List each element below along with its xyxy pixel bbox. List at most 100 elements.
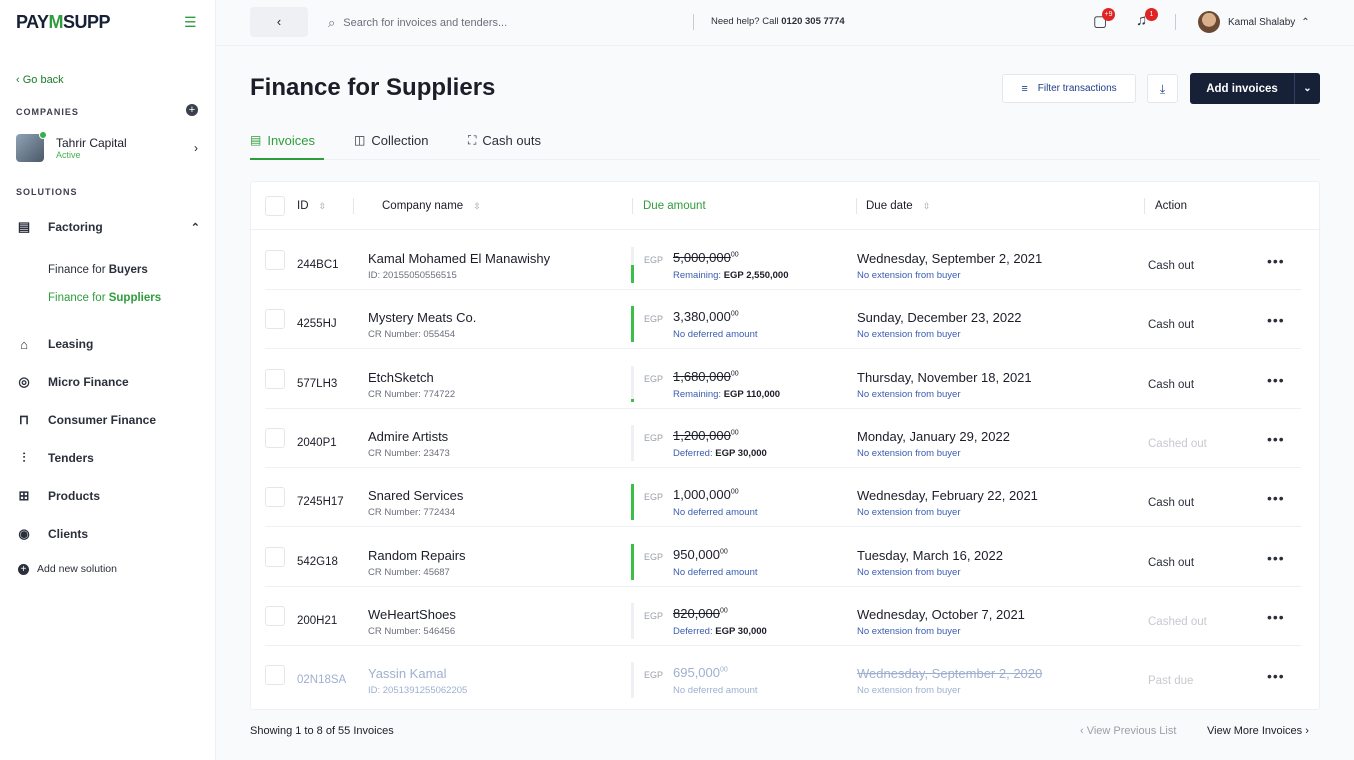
row-action[interactable]: Cash out xyxy=(1148,319,1194,331)
row-checkbox[interactable] xyxy=(265,368,285,389)
row-checkbox[interactable] xyxy=(265,427,285,448)
row-checkbox[interactable] xyxy=(265,546,285,567)
header-company-name[interactable]: Company name ⇳ xyxy=(382,200,481,212)
row-action[interactable]: Cash out xyxy=(1148,260,1194,272)
view-more-invoices-link[interactable]: View More Invoices › xyxy=(1207,725,1309,737)
paysupp-logo[interactable]: PAYMSUPP xyxy=(16,12,111,33)
invoice-id: 4255HJ xyxy=(297,318,337,331)
view-previous-list-link[interactable]: ‹ View Previous List xyxy=(1080,725,1176,737)
nav-finance-suppliers[interactable]: Finance for Suppliers xyxy=(48,292,161,304)
row-checkbox[interactable] xyxy=(265,309,285,330)
row-action[interactable]: Cash out xyxy=(1148,497,1194,509)
company-id: ID: 2051391255062205 xyxy=(368,685,468,697)
extension-status: No extension from buyer xyxy=(857,270,961,281)
add-invoices-button[interactable]: Add invoices ⌄ xyxy=(1190,73,1320,104)
add-company-icon[interactable]: + xyxy=(186,104,198,116)
table-row[interactable]: 4255HJ Mystery Meats Co. CR Number: 055454… xyxy=(251,290,1321,350)
add-invoices-dropdown[interactable]: ⌄ xyxy=(1295,83,1320,94)
header-due-amount[interactable]: Due amount xyxy=(643,200,706,212)
back-button[interactable]: ‹ xyxy=(250,7,308,37)
tab-invoices[interactable]: ▤ Invoices xyxy=(250,133,324,160)
tab-cash-outs[interactable]: ⛶ Cash outs xyxy=(468,133,541,160)
extension-status: No extension from buyer xyxy=(857,447,961,459)
amount-detail: Remaining: EGP 110,000 xyxy=(673,388,781,400)
collapse-sidebar-icon[interactable]: ☰ xyxy=(184,14,197,31)
company-id: CR Number: 546456 xyxy=(368,625,456,637)
payment-progress-bar xyxy=(631,543,634,580)
nav-factoring[interactable]: ▤ Factoring ⌃ xyxy=(16,215,206,239)
row-checkbox[interactable] xyxy=(265,487,285,508)
due-date: Wednesday, October 7, 2021 xyxy=(857,606,1025,622)
search-placeholder[interactable]: Search for invoices and tenders... xyxy=(343,17,507,29)
filter-transactions-button[interactable]: ≡ Filter transactions xyxy=(1002,74,1136,103)
table-row[interactable]: 542G18 Random Repairs CR Number: 45687 EGP 9… xyxy=(251,528,1321,587)
nav-consumer-finance[interactable]: ⊓ Consumer Finance xyxy=(16,408,206,432)
box-icon: ⊞ xyxy=(18,488,30,503)
more-options-icon[interactable]: ••• xyxy=(1267,668,1285,684)
nav-factoring-label: Factoring xyxy=(48,220,103,234)
nav-clients[interactable]: ◉ Clients xyxy=(16,522,206,546)
table-row[interactable]: 244BC1 Kamal Mohamed El Manawishy ID: 2015… xyxy=(251,231,1321,290)
row-action[interactable]: Cash out xyxy=(1148,557,1194,569)
row-action: Cashed out xyxy=(1148,615,1207,628)
more-options-icon[interactable]: ••• xyxy=(1267,312,1285,328)
chat-button[interactable]: ▢ +9 xyxy=(1093,8,1115,30)
row-checkbox[interactable] xyxy=(265,250,285,270)
extension-status: No extension from buyer xyxy=(857,625,961,637)
due-amount: 1,200,00000 xyxy=(673,427,739,443)
table-row[interactable]: 2040P1 Admire Artists CR Number: 23473 EGP 1… xyxy=(251,409,1321,468)
collection-icon: ◫ xyxy=(354,133,366,147)
user-menu[interactable]: Kamal Shalaby ⌃ xyxy=(1198,11,1310,33)
more-options-icon[interactable]: ••• xyxy=(1267,431,1285,447)
row-checkbox[interactable] xyxy=(265,605,285,626)
nav-micro-finance[interactable]: ◎ Micro Finance xyxy=(16,370,206,394)
table-row[interactable]: 577LH3 EtchSketch CR Number: 774722 EGP 1,68… xyxy=(251,350,1321,409)
row-checkbox[interactable] xyxy=(265,665,285,686)
due-date: Sunday, December 23, 2022 xyxy=(857,310,1022,326)
more-options-icon[interactable]: ••• xyxy=(1267,490,1285,506)
table-row[interactable]: 02N18SA Yassin Kamal ID: 2051391255062205 E… xyxy=(251,646,1321,705)
more-options-icon[interactable]: ••• xyxy=(1267,550,1285,566)
more-options-icon[interactable]: ••• xyxy=(1267,609,1285,625)
sort-icon: ⇳ xyxy=(473,200,481,211)
header-id[interactable]: ID ⇳ xyxy=(297,200,326,212)
company-id: CR Number: 23473 xyxy=(368,447,450,459)
row-action: Cashed out xyxy=(1148,437,1207,450)
currency: EGP xyxy=(644,492,664,503)
due-date: Wednesday, September 2, 2021 xyxy=(857,251,1043,266)
due-date: Monday, January 29, 2022 xyxy=(857,428,1010,444)
company-selector[interactable]: Tahrir Capital Active › xyxy=(16,131,206,163)
go-back-link[interactable]: ‹ Go back xyxy=(16,74,64,86)
row-action[interactable]: Cash out xyxy=(1148,379,1194,391)
help-text: Need help? Call 0120 305 7774 xyxy=(711,16,845,27)
help-phone[interactable]: 0120 305 7774 xyxy=(781,16,844,27)
tab-collection[interactable]: ◫ Collection xyxy=(354,133,428,160)
select-all-checkbox[interactable] xyxy=(265,196,285,216)
payment-progress-bar xyxy=(631,247,634,283)
currency: EGP xyxy=(644,610,664,621)
nav-finance-buyers[interactable]: Finance for Buyers xyxy=(48,264,148,276)
bag-icon: ⊓ xyxy=(18,412,30,427)
header-due-date[interactable]: Due date ⇳ xyxy=(866,200,930,212)
due-amount: 950,00000 xyxy=(673,546,728,562)
company-name: Random Repairs xyxy=(368,547,466,563)
more-options-icon[interactable]: ••• xyxy=(1267,372,1285,388)
payment-progress-bar xyxy=(631,662,634,699)
cashout-icon: ⛶ xyxy=(468,133,477,147)
company-name: WeHeartShoes xyxy=(368,606,456,622)
download-button[interactable]: ⤓ xyxy=(1147,74,1178,103)
due-date: Wednesday, February 22, 2021 xyxy=(857,488,1038,504)
sort-icon: ⇳ xyxy=(922,200,931,211)
notifications-button[interactable]: ♫ 1 xyxy=(1136,8,1158,29)
nav-tenders[interactable]: ⫶ Tenders xyxy=(16,446,206,470)
table-row[interactable]: 7245H17 Snared Services CR Number: 772434 E… xyxy=(251,468,1321,528)
table-row[interactable]: 200H21 WeHeartShoes CR Number: 546456 EGP 82… xyxy=(251,587,1321,646)
search-box[interactable]: ⌕ Search for invoices and tenders... xyxy=(328,15,507,31)
user-circle-icon: ◉ xyxy=(18,526,30,541)
nav-products[interactable]: ⊞ Products xyxy=(16,484,206,508)
company-name: Yassin Kamal xyxy=(368,666,447,682)
payment-progress-bar xyxy=(631,424,634,461)
more-options-icon[interactable]: ••• xyxy=(1267,253,1285,269)
nav-leasing[interactable]: ⌂ Leasing xyxy=(16,332,206,356)
add-new-solution-link[interactable]: + Add new solution xyxy=(18,563,117,575)
